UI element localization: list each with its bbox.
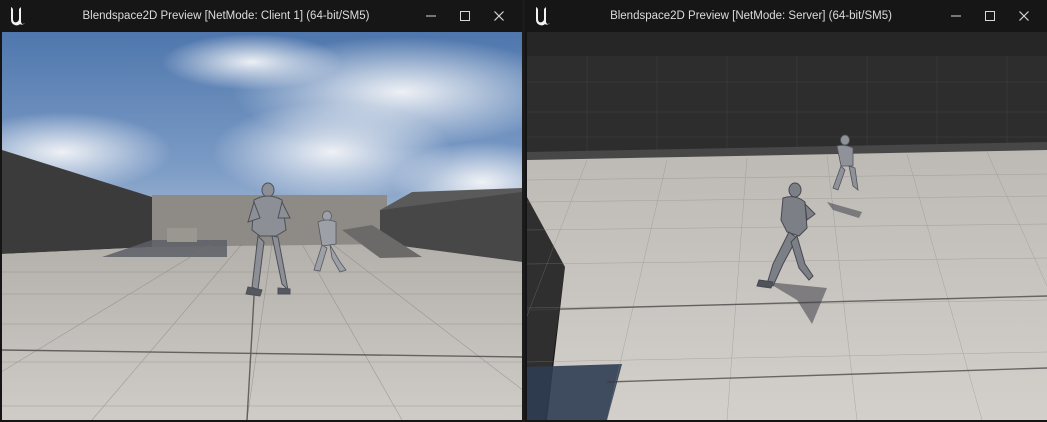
maximize-icon [460, 11, 470, 21]
minimize-button[interactable] [939, 0, 973, 32]
close-button[interactable] [482, 0, 516, 32]
minimize-button[interactable] [414, 0, 448, 32]
client-window[interactable]: Blendspace2D Preview [NetMode: Client 1]… [0, 0, 522, 422]
close-icon [494, 11, 504, 21]
maximize-icon [985, 11, 995, 21]
game-viewport[interactable] [527, 32, 1047, 420]
window-title: Blendspace2D Preview [NetMode: Server] (… [610, 10, 892, 22]
minimize-icon [951, 15, 961, 17]
maximize-button[interactable] [973, 0, 1007, 32]
minimize-icon [426, 15, 436, 17]
server-window[interactable]: Blendspace2D Preview [NetMode: Server] (… [525, 0, 1047, 422]
maximize-button[interactable] [448, 0, 482, 32]
close-icon [1019, 11, 1029, 21]
title-bar[interactable]: Blendspace2D Preview [NetMode: Server] (… [525, 0, 1047, 32]
window-title: Blendspace2D Preview [NetMode: Client 1]… [82, 10, 370, 22]
game-viewport[interactable] [2, 32, 522, 420]
unreal-engine-logo-icon [531, 4, 555, 28]
close-button[interactable] [1007, 0, 1041, 32]
title-bar[interactable]: Blendspace2D Preview [NetMode: Client 1]… [0, 0, 522, 32]
unreal-engine-logo-icon [6, 4, 30, 28]
